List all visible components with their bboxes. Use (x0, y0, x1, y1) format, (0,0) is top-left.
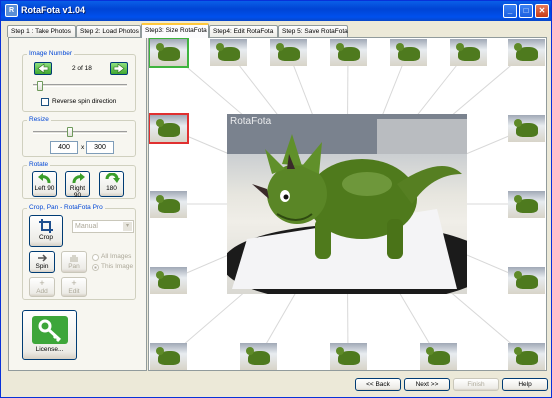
tab-take-photos[interactable]: Step 1 : Take Photos (7, 25, 76, 37)
image-number-title: Image Number (27, 50, 74, 57)
rotate-right-icon (72, 173, 85, 184)
crop-pan-title: Crop, Pan - RotaFota Pro (27, 204, 105, 211)
thumbnail-9[interactable] (508, 115, 545, 142)
thumbnail-16[interactable] (150, 343, 187, 370)
tab-size-rotafota[interactable]: Step3: Size RotaFota (141, 23, 209, 38)
thumbnail-3[interactable] (210, 39, 247, 66)
rotate-180-label: 180 (106, 185, 117, 192)
image-slider-thumb[interactable] (37, 81, 43, 91)
thumbnail-14[interactable] (330, 343, 367, 370)
height-input[interactable]: 300 (86, 141, 114, 154)
settings-panel: Image Number 2 of 18 Reverse spin direct… (8, 37, 147, 371)
crop-label: Crop (38, 234, 54, 241)
tab-save-rotafota[interactable]: Step 5: Save RotaFota (278, 25, 348, 37)
this-image-label: This Image (101, 263, 134, 270)
thumbnail-15[interactable] (240, 343, 277, 370)
thumbnail-13[interactable] (420, 343, 457, 370)
this-image-radio[interactable] (92, 264, 99, 271)
main-photo[interactable]: RotaFota (227, 114, 467, 294)
all-images-label: All Images (101, 253, 132, 260)
back-button[interactable]: << Back (355, 378, 401, 391)
thumbnail-18[interactable] (150, 191, 187, 218)
edit-icon: + (71, 278, 77, 288)
thumbnail-8[interactable] (508, 39, 545, 66)
title-bar[interactable]: R RotaFota v1.04 _ □ ✕ (1, 1, 551, 21)
spin-icon (38, 254, 48, 262)
thumbnail-7[interactable] (450, 39, 487, 66)
license-label: License... (35, 346, 64, 353)
crop-button[interactable]: Crop (29, 215, 63, 247)
resize-slider-thumb[interactable] (67, 127, 73, 137)
rotate-left-label: Left 90 (34, 185, 55, 192)
reverse-spin-label: Reverse spin direction (52, 98, 117, 105)
spin-button[interactable]: Spin (29, 251, 55, 273)
crop-mode-value: Manual (75, 223, 98, 230)
previous-image-button[interactable] (34, 62, 52, 75)
thumbnail-17[interactable] (150, 267, 187, 294)
crop-pan-group: Crop, Pan - RotaFota Pro Crop Manual ▾ S… (22, 204, 136, 300)
width-input[interactable]: 400 (50, 141, 78, 154)
add-button[interactable]: + Add (29, 277, 55, 297)
app-window: R RotaFota v1.04 _ □ ✕ Step 1 : Take Pho… (0, 0, 552, 398)
thumbnail-2-current[interactable] (149, 113, 189, 144)
spin-label: Spin (35, 263, 49, 270)
rotafota-watermark: RotaFota (230, 116, 272, 127)
hand-icon (70, 255, 78, 262)
edit-button[interactable]: + Edit (61, 277, 87, 297)
rotate-left-icon (37, 173, 50, 184)
arrow-left-icon (37, 63, 49, 74)
image-viewer[interactable]: RotaFota (148, 37, 547, 371)
add-label: Add (36, 288, 48, 295)
thumbnail-5[interactable] (330, 39, 367, 66)
help-button[interactable]: Help (502, 378, 548, 391)
reverse-spin-checkbox[interactable] (41, 98, 49, 106)
resize-slider-track[interactable] (33, 131, 127, 134)
thumbnail-11[interactable] (508, 267, 545, 294)
thumbnail-10[interactable] (508, 191, 545, 218)
edit-label: Edit (68, 288, 80, 295)
rotate-left-button[interactable]: Left 90 (32, 171, 57, 197)
rotate-right-button[interactable]: Right 90 (65, 171, 90, 199)
image-slider-track[interactable] (33, 84, 127, 87)
pan-button[interactable]: Pan (61, 251, 87, 273)
tab-edit-rotafota[interactable]: Step4: Edit RotaFota (209, 25, 278, 37)
rotafota-app-icon: R (5, 4, 18, 17)
tab-load-photos[interactable]: Step 2: Load Photos (76, 25, 141, 37)
license-button[interactable]: License... (22, 310, 77, 360)
plus-icon: + (39, 278, 45, 288)
minimize-button[interactable]: _ (503, 4, 517, 18)
rotate-180-icon (105, 173, 120, 183)
crop-icon (39, 219, 53, 233)
rotate-right-label: Right 90 (69, 185, 86, 199)
next-image-button[interactable] (110, 62, 128, 75)
image-number-group: Image Number 2 of 18 Reverse spin direct… (22, 50, 136, 112)
maximize-button[interactable]: □ (519, 4, 533, 18)
rotate-title: Rotate (27, 161, 51, 168)
resize-group: Resize 400 x 300 (22, 116, 136, 157)
arrow-right-icon (113, 63, 125, 74)
thumbnail-6[interactable] (390, 39, 427, 66)
thumbnail-1[interactable] (149, 38, 189, 68)
image-counter: 2 of 18 (72, 65, 92, 72)
thumbnail-4[interactable] (270, 39, 307, 66)
window-title: RotaFota v1.04 (21, 5, 86, 15)
resize-title: Resize (27, 116, 51, 123)
dimension-separator: x (81, 144, 85, 151)
dinosaur-figure (227, 114, 467, 294)
finish-button[interactable]: Finish (453, 378, 499, 391)
all-images-radio[interactable] (92, 254, 99, 261)
pan-label: Pan (68, 263, 80, 270)
close-button[interactable]: ✕ (535, 4, 549, 18)
crop-mode-select[interactable]: Manual ▾ (72, 220, 134, 233)
key-icon (31, 316, 68, 344)
rotate-180-button[interactable]: 180 (99, 171, 124, 197)
rotate-group: Rotate Left 90 Right 90 180 (22, 161, 136, 199)
next-button[interactable]: Next >> (404, 378, 450, 391)
thumbnail-12[interactable] (508, 343, 545, 370)
chevron-down-icon: ▾ (123, 222, 132, 231)
